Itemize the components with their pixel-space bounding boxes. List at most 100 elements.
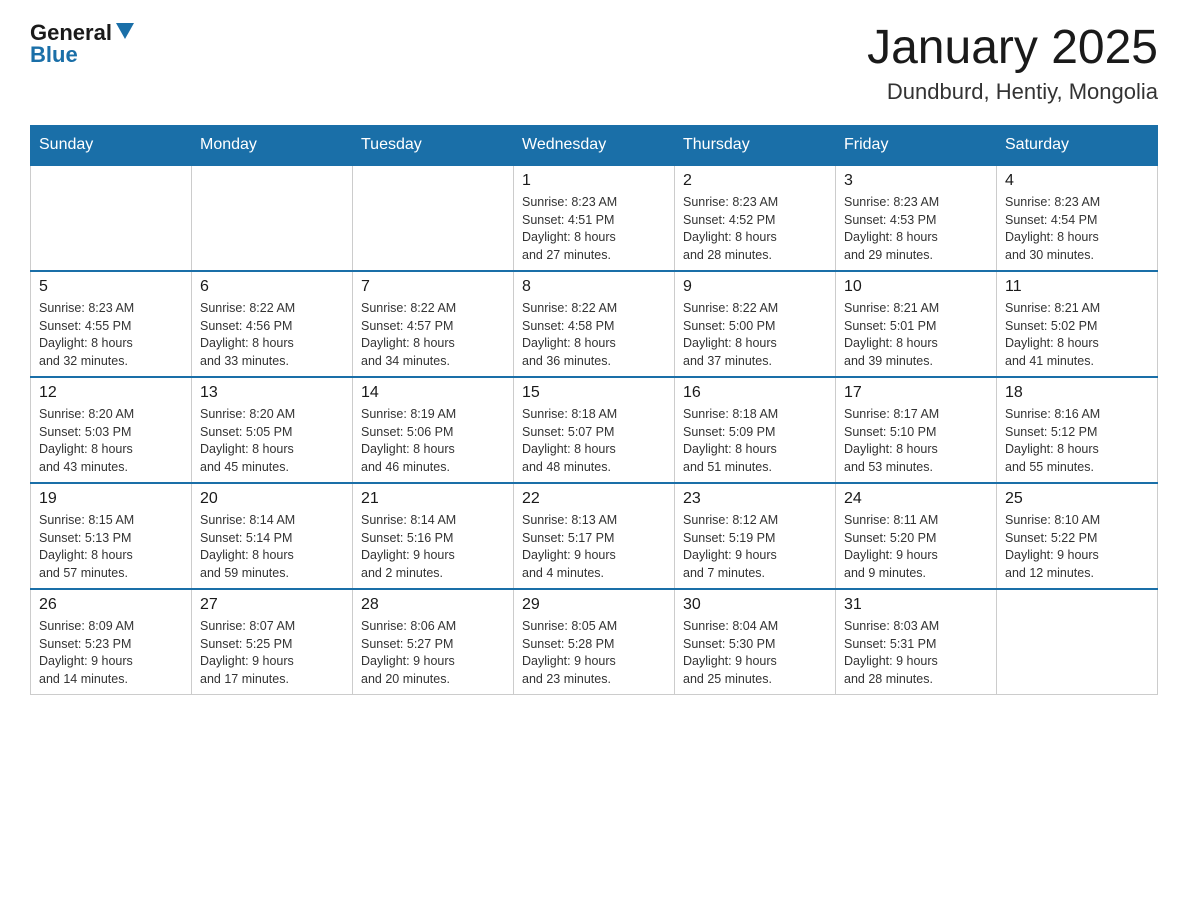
col-thursday: Thursday bbox=[675, 126, 836, 166]
day-number: 22 bbox=[522, 490, 666, 508]
calendar-cell: 12Sunrise: 8:20 AM Sunset: 5:03 PM Dayli… bbox=[31, 377, 192, 483]
day-info: Sunrise: 8:23 AM Sunset: 4:55 PM Dayligh… bbox=[39, 300, 183, 370]
day-info: Sunrise: 8:22 AM Sunset: 4:56 PM Dayligh… bbox=[200, 300, 344, 370]
day-number: 19 bbox=[39, 490, 183, 508]
day-number: 3 bbox=[844, 172, 988, 190]
day-info: Sunrise: 8:09 AM Sunset: 5:23 PM Dayligh… bbox=[39, 618, 183, 688]
day-info: Sunrise: 8:03 AM Sunset: 5:31 PM Dayligh… bbox=[844, 618, 988, 688]
day-info: Sunrise: 8:05 AM Sunset: 5:28 PM Dayligh… bbox=[522, 618, 666, 688]
day-number: 16 bbox=[683, 384, 827, 402]
day-number: 13 bbox=[200, 384, 344, 402]
calendar-cell: 28 Sunrise: 8:06 AM Sunset: 5:27 PM Dayli… bbox=[353, 589, 514, 695]
day-info: Sunrise: 8:10 AM Sunset: 5:22 PM Dayligh… bbox=[1005, 512, 1149, 582]
day-number: 7 bbox=[361, 278, 505, 296]
day-info: Sunrise: 8:15 AM Sunset: 5:13 PM Dayligh… bbox=[39, 512, 183, 582]
day-number: 5 bbox=[39, 278, 183, 296]
day-number: 21 bbox=[361, 490, 505, 508]
day-number: 17 bbox=[844, 384, 988, 402]
day-number: 10 bbox=[844, 278, 988, 296]
col-saturday: Saturday bbox=[997, 126, 1158, 166]
calendar-cell: 16Sunrise: 8:18 AM Sunset: 5:09 PM Dayli… bbox=[675, 377, 836, 483]
calendar-cell: 18 Sunrise: 8:16 AM Sunset: 5:12 PM Dayli… bbox=[997, 377, 1158, 483]
title-section: January 2025 Dundburd, Hentiy, Mongolia bbox=[867, 20, 1158, 105]
calendar-cell: 17 Sunrise: 8:17 AM Sunset: 5:10 PM Dayli… bbox=[836, 377, 997, 483]
day-number: 24 bbox=[844, 490, 988, 508]
day-info: Sunrise: 8:04 AM Sunset: 5:30 PM Dayligh… bbox=[683, 618, 827, 688]
day-info: Sunrise: 8:23 AM Sunset: 4:51 PM Dayligh… bbox=[522, 194, 666, 264]
day-info: Sunrise: 8:07 AM Sunset: 5:25 PM Dayligh… bbox=[200, 618, 344, 688]
day-number: 11 bbox=[1005, 278, 1149, 296]
col-sunday: Sunday bbox=[31, 126, 192, 166]
week-row-5: 26 Sunrise: 8:09 AM Sunset: 5:23 PM Dayli… bbox=[31, 589, 1158, 695]
calendar-cell: 14 Sunrise: 8:19 AM Sunset: 5:06 PM Dayli… bbox=[353, 377, 514, 483]
day-info: Sunrise: 8:21 AM Sunset: 5:01 PM Dayligh… bbox=[844, 300, 988, 370]
calendar-cell: 3Sunrise: 8:23 AM Sunset: 4:53 PM Daylig… bbox=[836, 165, 997, 271]
calendar-cell: 5 Sunrise: 8:23 AM Sunset: 4:55 PM Daylig… bbox=[31, 271, 192, 377]
calendar-cell bbox=[31, 165, 192, 271]
calendar-cell: 4 Sunrise: 8:23 AM Sunset: 4:54 PM Daylig… bbox=[997, 165, 1158, 271]
day-info: Sunrise: 8:11 AM Sunset: 5:20 PM Dayligh… bbox=[844, 512, 988, 582]
calendar-cell: 20 Sunrise: 8:14 AM Sunset: 5:14 PM Dayli… bbox=[192, 483, 353, 589]
day-number: 28 bbox=[361, 596, 505, 614]
calendar-cell: 13Sunrise: 8:20 AM Sunset: 5:05 PM Dayli… bbox=[192, 377, 353, 483]
day-info: Sunrise: 8:06 AM Sunset: 5:27 PM Dayligh… bbox=[361, 618, 505, 688]
col-tuesday: Tuesday bbox=[353, 126, 514, 166]
calendar-cell: 2 Sunrise: 8:23 AM Sunset: 4:52 PM Daylig… bbox=[675, 165, 836, 271]
col-friday: Friday bbox=[836, 126, 997, 166]
week-row-3: 12Sunrise: 8:20 AM Sunset: 5:03 PM Dayli… bbox=[31, 377, 1158, 483]
day-info: Sunrise: 8:12 AM Sunset: 5:19 PM Dayligh… bbox=[683, 512, 827, 582]
calendar-cell: 7 Sunrise: 8:22 AM Sunset: 4:57 PM Daylig… bbox=[353, 271, 514, 377]
day-number: 27 bbox=[200, 596, 344, 614]
day-number: 4 bbox=[1005, 172, 1149, 190]
day-info: Sunrise: 8:22 AM Sunset: 4:58 PM Dayligh… bbox=[522, 300, 666, 370]
calendar-header-row: Sunday Monday Tuesday Wednesday Thursday… bbox=[31, 126, 1158, 166]
day-number: 6 bbox=[200, 278, 344, 296]
calendar-title: January 2025 bbox=[867, 20, 1158, 75]
day-info: Sunrise: 8:22 AM Sunset: 4:57 PM Dayligh… bbox=[361, 300, 505, 370]
day-info: Sunrise: 8:14 AM Sunset: 5:14 PM Dayligh… bbox=[200, 512, 344, 582]
day-number: 26 bbox=[39, 596, 183, 614]
day-number: 20 bbox=[200, 490, 344, 508]
calendar-cell: 24 Sunrise: 8:11 AM Sunset: 5:20 PM Dayli… bbox=[836, 483, 997, 589]
day-number: 8 bbox=[522, 278, 666, 296]
day-info: Sunrise: 8:20 AM Sunset: 5:03 PM Dayligh… bbox=[39, 406, 183, 476]
logo-arrow-icon bbox=[116, 23, 134, 41]
day-number: 9 bbox=[683, 278, 827, 296]
day-info: Sunrise: 8:17 AM Sunset: 5:10 PM Dayligh… bbox=[844, 406, 988, 476]
calendar-cell: 27 Sunrise: 8:07 AM Sunset: 5:25 PM Dayli… bbox=[192, 589, 353, 695]
calendar-cell: 21 Sunrise: 8:14 AM Sunset: 5:16 PM Dayli… bbox=[353, 483, 514, 589]
day-info: Sunrise: 8:18 AM Sunset: 5:07 PM Dayligh… bbox=[522, 406, 666, 476]
calendar-cell: 9 Sunrise: 8:22 AM Sunset: 5:00 PM Daylig… bbox=[675, 271, 836, 377]
day-info: Sunrise: 8:13 AM Sunset: 5:17 PM Dayligh… bbox=[522, 512, 666, 582]
day-number: 31 bbox=[844, 596, 988, 614]
calendar-cell: 6 Sunrise: 8:22 AM Sunset: 4:56 PM Daylig… bbox=[192, 271, 353, 377]
col-wednesday: Wednesday bbox=[514, 126, 675, 166]
calendar-subtitle: Dundburd, Hentiy, Mongolia bbox=[867, 79, 1158, 105]
week-row-4: 19 Sunrise: 8:15 AM Sunset: 5:13 PM Dayli… bbox=[31, 483, 1158, 589]
day-number: 29 bbox=[522, 596, 666, 614]
day-number: 18 bbox=[1005, 384, 1149, 402]
day-number: 15 bbox=[522, 384, 666, 402]
day-info: Sunrise: 8:21 AM Sunset: 5:02 PM Dayligh… bbox=[1005, 300, 1149, 370]
calendar-cell bbox=[997, 589, 1158, 695]
day-number: 14 bbox=[361, 384, 505, 402]
day-info: Sunrise: 8:16 AM Sunset: 5:12 PM Dayligh… bbox=[1005, 406, 1149, 476]
calendar-cell: 26 Sunrise: 8:09 AM Sunset: 5:23 PM Dayli… bbox=[31, 589, 192, 695]
day-info: Sunrise: 8:14 AM Sunset: 5:16 PM Dayligh… bbox=[361, 512, 505, 582]
day-number: 2 bbox=[683, 172, 827, 190]
calendar-cell: 11 Sunrise: 8:21 AM Sunset: 5:02 PM Dayli… bbox=[997, 271, 1158, 377]
calendar-table: Sunday Monday Tuesday Wednesday Thursday… bbox=[30, 125, 1158, 695]
calendar-cell: 8 Sunrise: 8:22 AM Sunset: 4:58 PM Daylig… bbox=[514, 271, 675, 377]
page-header: General Blue January 2025 Dundburd, Hent… bbox=[30, 20, 1158, 105]
calendar-cell bbox=[353, 165, 514, 271]
day-info: Sunrise: 8:22 AM Sunset: 5:00 PM Dayligh… bbox=[683, 300, 827, 370]
week-row-2: 5 Sunrise: 8:23 AM Sunset: 4:55 PM Daylig… bbox=[31, 271, 1158, 377]
day-info: Sunrise: 8:19 AM Sunset: 5:06 PM Dayligh… bbox=[361, 406, 505, 476]
calendar-cell: 29 Sunrise: 8:05 AM Sunset: 5:28 PM Dayli… bbox=[514, 589, 675, 695]
calendar-cell: 1 Sunrise: 8:23 AM Sunset: 4:51 PM Daylig… bbox=[514, 165, 675, 271]
day-info: Sunrise: 8:23 AM Sunset: 4:54 PM Dayligh… bbox=[1005, 194, 1149, 264]
day-number: 23 bbox=[683, 490, 827, 508]
calendar-cell: 15 Sunrise: 8:18 AM Sunset: 5:07 PM Dayli… bbox=[514, 377, 675, 483]
day-number: 1 bbox=[522, 172, 666, 190]
day-info: Sunrise: 8:23 AM Sunset: 4:52 PM Dayligh… bbox=[683, 194, 827, 264]
